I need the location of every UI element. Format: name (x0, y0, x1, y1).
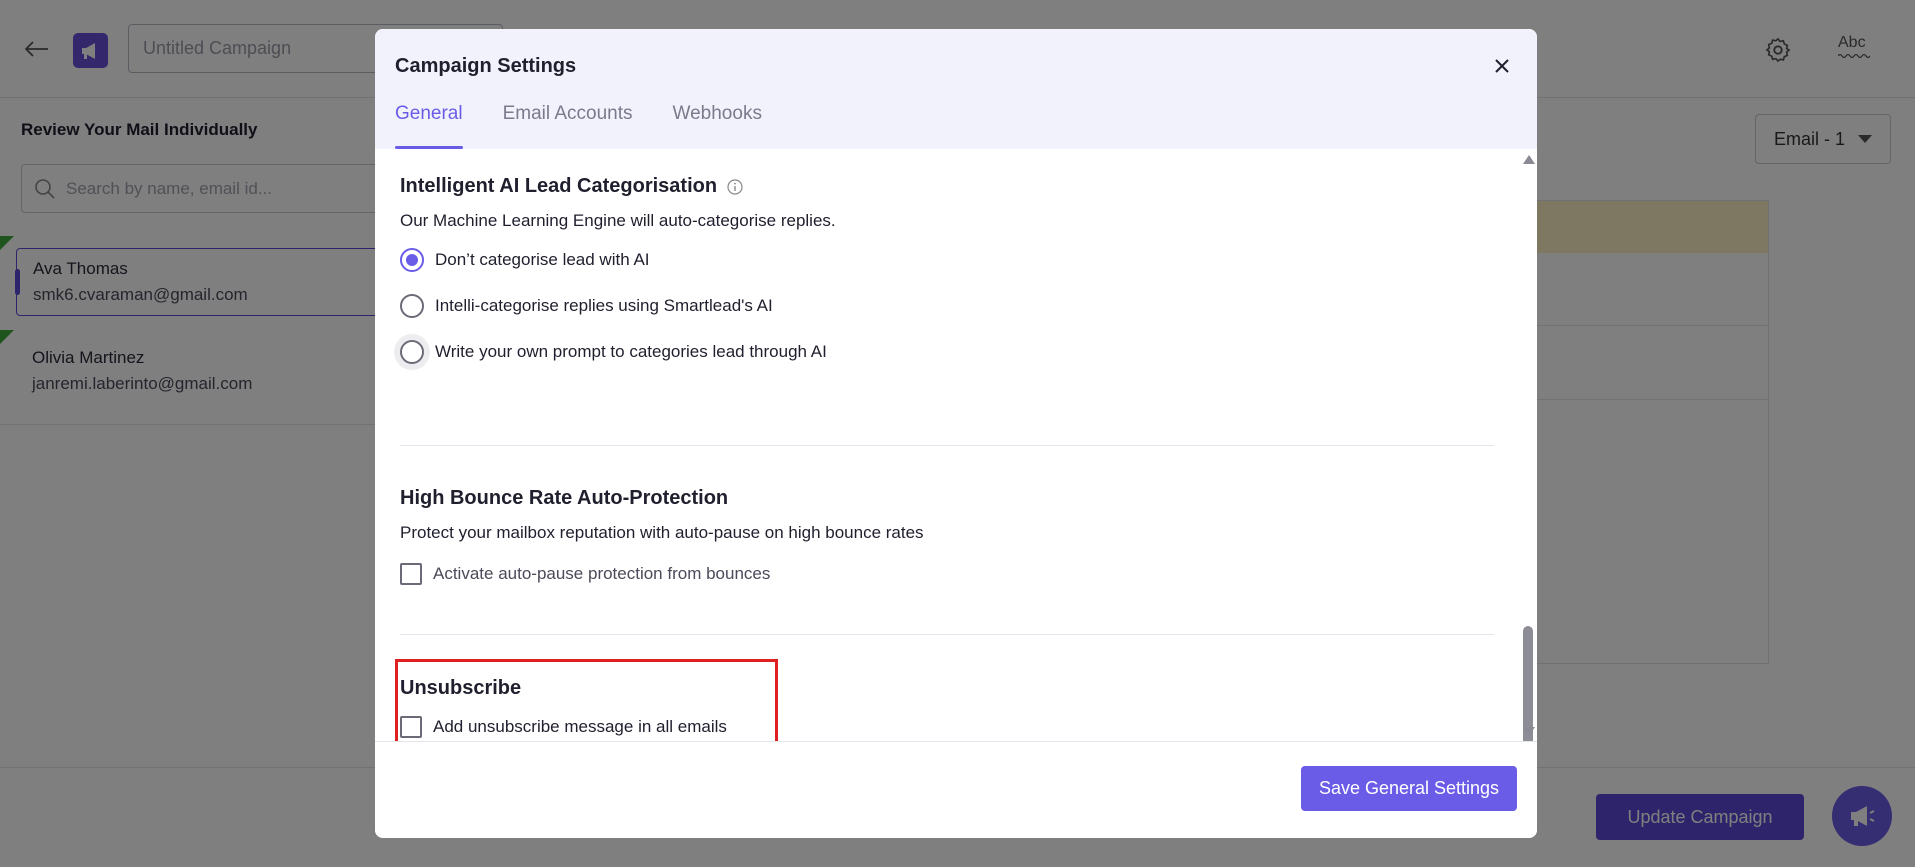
save-general-settings-button[interactable]: Save General Settings (1301, 766, 1517, 811)
close-icon[interactable] (1489, 53, 1515, 79)
ai-options: Don’t categorise lead with AI Intelli-ca… (400, 237, 1500, 375)
bounce-section-title: High Bounce Rate Auto-Protection (400, 487, 729, 509)
modal-title: Campaign Settings (395, 55, 577, 77)
bounce-protection-option[interactable]: Activate auto-pause protection from boun… (400, 551, 1500, 597)
section-divider (400, 445, 1494, 446)
modal-header: Campaign Settings General Email Accounts… (375, 29, 1537, 149)
bounce-section-description: Protect your mailbox reputation with aut… (400, 523, 924, 542)
highlight-annotation (395, 659, 778, 741)
radio-button[interactable] (400, 340, 424, 364)
option-label: Write your own prompt to categories lead… (435, 342, 827, 361)
ai-option-smartlead[interactable]: Intelli-categorise replies using Smartle… (400, 283, 1500, 329)
tab-webhooks[interactable]: Webhooks (673, 101, 762, 149)
scroll-up-arrow-icon[interactable] (1523, 155, 1535, 164)
campaign-settings-modal: Campaign Settings General Email Accounts… (375, 29, 1537, 838)
ai-section-description: Our Machine Learning Engine will auto-ca… (400, 211, 836, 230)
radio-button[interactable] (400, 248, 424, 272)
tab-email-accounts[interactable]: Email Accounts (503, 101, 633, 149)
modal-footer: Save General Settings (375, 741, 1537, 838)
settings-tabs: General Email Accounts Webhooks (395, 101, 762, 149)
option-label: Don’t categorise lead with AI (435, 250, 650, 269)
modal-scrollbar[interactable] (1521, 151, 1535, 748)
scroll-down-arrow-icon[interactable] (1523, 727, 1535, 736)
ai-option-none[interactable]: Don’t categorise lead with AI (400, 237, 1500, 283)
bounce-protection-checkbox[interactable] (400, 563, 422, 585)
tab-general[interactable]: General (395, 101, 463, 149)
option-label: Intelli-categorise replies using Smartle… (435, 296, 773, 315)
bounce-protection-section: High Bounce Rate Auto-Protection Protect… (400, 487, 1500, 597)
ai-categorisation-section: Intelligent AI Lead Categorisation Our M… (400, 175, 1500, 375)
modal-body: Intelligent AI Lead Categorisation Our M… (375, 149, 1537, 741)
info-icon[interactable] (727, 178, 743, 195)
ai-option-custom-prompt[interactable]: Write your own prompt to categories lead… (400, 329, 1500, 375)
ai-section-title: Intelligent AI Lead Categorisation (400, 175, 718, 197)
option-label: Activate auto-pause protection from boun… (433, 564, 771, 583)
section-title: Intelligent AI Lead Categorisation (400, 175, 1500, 198)
section-divider (400, 634, 1494, 635)
radio-button[interactable] (400, 294, 424, 318)
